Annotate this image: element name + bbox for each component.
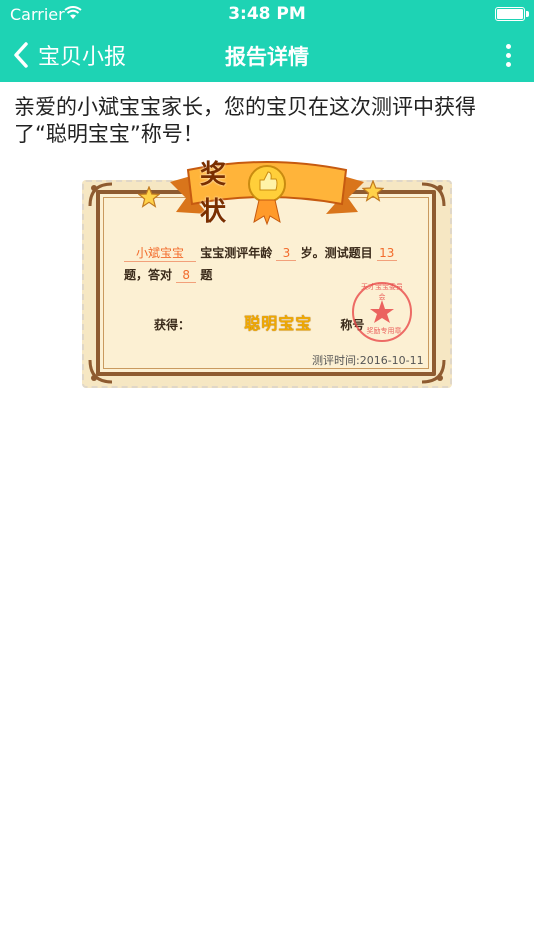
- status-bar: Carrier 3:48 PM: [0, 0, 534, 28]
- assessment-date: 测评时间:2016-10-11: [312, 354, 424, 367]
- certificate-title-left: 奖状: [200, 154, 252, 227]
- certificate-line-3: 获得： 聪明宝宝 称号: [154, 314, 365, 333]
- seal-caption: 奖励专用章: [366, 327, 402, 335]
- star-icon: [138, 186, 160, 208]
- battery-icon: [495, 7, 529, 21]
- certificate-line-1: 小斌宝宝 宝宝测评年龄 3 岁。测试题目 13: [124, 244, 397, 262]
- corner-ornament-icon: [421, 359, 446, 384]
- question-count: 13: [376, 246, 397, 261]
- child-age: 3: [276, 246, 297, 261]
- status-time: 3:48 PM: [228, 4, 306, 24]
- corner-ornament-icon: [421, 182, 446, 207]
- award-title: 聪明宝宝: [244, 314, 313, 333]
- nav-bar: 宝贝小报 报告详情: [0, 28, 534, 82]
- corner-ornament-icon: [88, 182, 113, 207]
- correct-count: 8: [176, 268, 197, 283]
- certificate: 奖状 小斌宝宝 宝宝测评年龄 3 岁。测试题目 13 题，答对 8 题 获得： …: [80, 152, 454, 390]
- more-menu-icon[interactable]: [502, 41, 514, 69]
- child-name: 小斌宝宝: [124, 244, 196, 262]
- seal-text: 天才宝宝委员会: [361, 283, 403, 301]
- page-title: 报告详情: [225, 45, 309, 69]
- corner-ornament-icon: [88, 359, 113, 384]
- certificate-line-2: 题，答对 8 题: [124, 268, 213, 283]
- report-message: 亲爱的小斌宝宝家长，您的宝贝在这次测评中获得了“聪明宝宝”称号！: [14, 95, 476, 146]
